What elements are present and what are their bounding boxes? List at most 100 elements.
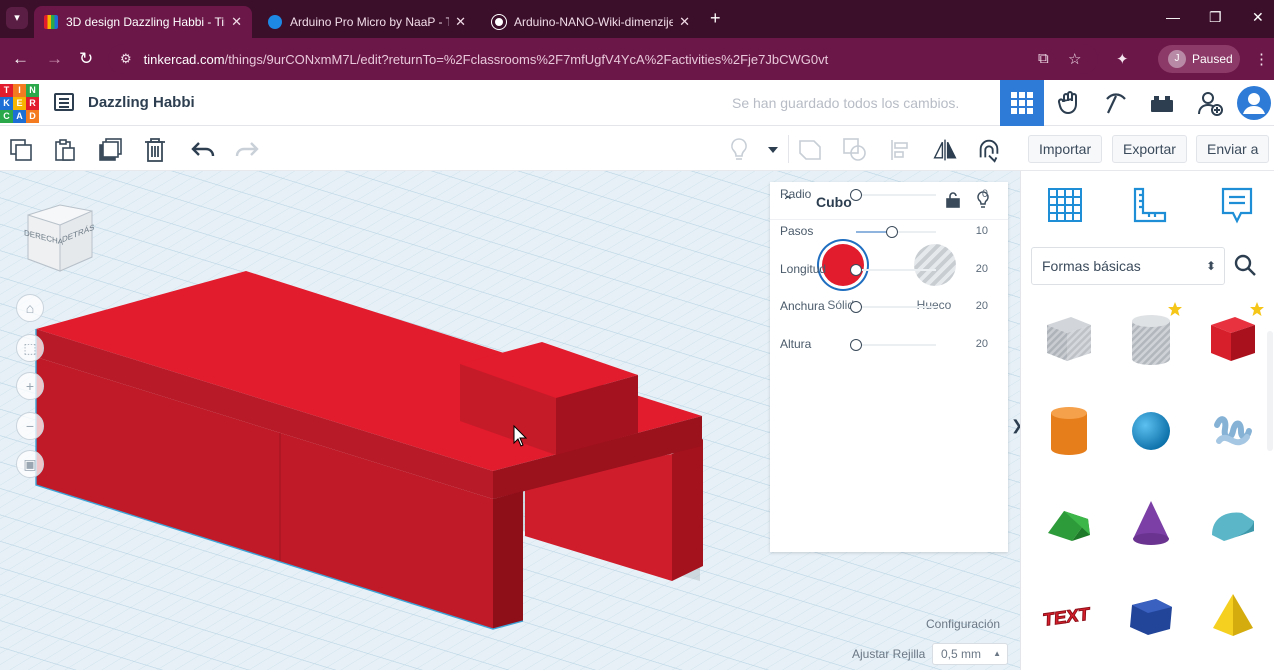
blocks-icon[interactable] [1048, 80, 1092, 126]
param-slider-track[interactable] [856, 269, 936, 271]
scrollbar[interactable] [1267, 331, 1273, 451]
site-info-icon[interactable]: ⚙ [120, 51, 132, 67]
shapes-library: Formas básicas ⬍ TEXT [1020, 171, 1274, 670]
param-slider-knob[interactable] [886, 226, 898, 238]
param-value[interactable]: 10 [976, 225, 988, 237]
zoom-in-icon[interactable]: + [16, 372, 44, 400]
browser-address-bar: ← → ↻ ⚙ tinkercad.com/things/9urCONxmM7L… [0, 38, 1274, 80]
design-title[interactable]: Dazzling Habbi [88, 94, 195, 111]
close-icon[interactable]: ✕ [231, 14, 242, 30]
extensions-puzzle-icon[interactable]: ✦ [1116, 50, 1129, 68]
shape-cylinder-hole[interactable] [1113, 297, 1189, 381]
snap-grid-select[interactable]: 0,5 mm ▲ [932, 643, 1008, 665]
param-value[interactable]: 20 [976, 338, 988, 350]
param-slider-knob[interactable] [850, 339, 862, 351]
shape-sphere[interactable] [1113, 389, 1189, 473]
shape-category-select[interactable]: Formas básicas ⬍ [1031, 247, 1225, 285]
ruler-icon[interactable] [1127, 183, 1171, 227]
param-label: Radio [780, 187, 812, 201]
favorite-star-icon[interactable] [1249, 301, 1265, 322]
browser-menu-icon[interactable]: ⋮ [1254, 50, 1269, 68]
add-user-icon[interactable] [1188, 80, 1232, 126]
logo-letter: N [26, 84, 39, 97]
tab-search-menu-icon[interactable]: ▾ [6, 7, 28, 29]
trash-icon[interactable] [142, 137, 168, 163]
param-slider-knob[interactable] [850, 189, 862, 201]
home-view-icon[interactable]: ⌂ [16, 294, 44, 322]
shape-roof[interactable] [1031, 481, 1107, 565]
bookmark-star-icon[interactable]: ☆ [1068, 50, 1081, 68]
bricks-icon[interactable] [1140, 80, 1184, 126]
shape-text[interactable]: TEXT [1031, 573, 1107, 657]
settings-link[interactable]: Configuración [926, 617, 1000, 631]
group-icon[interactable] [798, 137, 824, 163]
notes-icon[interactable] [1215, 183, 1259, 227]
param-slider-track[interactable] [856, 194, 936, 196]
perspective-toggle-icon[interactable]: ▣ [16, 450, 44, 478]
param-value[interactable]: 20 [976, 263, 988, 275]
pickaxe-icon[interactable] [1094, 80, 1138, 126]
dropdown-caret-icon[interactable] [760, 137, 786, 163]
install-app-icon[interactable]: ⧉ [1038, 50, 1049, 67]
fit-view-icon[interactable]: ⬚ [16, 334, 44, 362]
ungroup-icon[interactable] [842, 137, 868, 163]
wordpress-favicon-icon [492, 15, 506, 29]
new-tab-button[interactable]: + [710, 8, 721, 28]
minimize-icon[interactable]: — [1166, 9, 1180, 25]
view-cube[interactable]: DERECHA DETRÁS [22, 201, 98, 280]
browser-tab-tinkercad[interactable]: 3D design Dazzling Habbi - Tin ✕ [34, 6, 252, 38]
restore-icon[interactable]: ❐ [1209, 9, 1222, 26]
shape-pyramid[interactable] [1195, 573, 1271, 657]
copy-icon[interactable] [8, 137, 34, 163]
url-field[interactable]: ⚙ tinkercad.com/things/9urCONxmM7L/edit?… [108, 44, 1098, 74]
forward-arrow-icon[interactable]: → [46, 49, 63, 69]
cruise-magnet-icon[interactable] [976, 137, 1002, 163]
tinkercad-logo[interactable]: T I N K E R C A D [0, 84, 40, 124]
align-icon[interactable] [888, 137, 914, 163]
browser-tab-arduino-nano-wiki[interactable]: Arduino-NANO-Wiki-dimenzije ✕ [482, 6, 700, 38]
profile-button[interactable]: J Paused [1158, 45, 1240, 73]
param-value[interactable]: 0 [982, 188, 988, 200]
shape-scribble[interactable] [1195, 389, 1271, 473]
shape-cone[interactable] [1113, 481, 1189, 565]
param-slider-knob[interactable] [850, 264, 862, 276]
favorite-star-icon[interactable] [1167, 301, 1183, 322]
user-avatar-icon[interactable] [1234, 80, 1274, 126]
redo-icon[interactable] [234, 137, 260, 163]
shape-box[interactable] [1195, 297, 1271, 381]
shape-polygon[interactable] [1113, 573, 1189, 657]
paste-icon[interactable] [52, 137, 78, 163]
3d-view-grid-icon[interactable] [1000, 80, 1044, 126]
workplane-grid-icon[interactable] [1043, 183, 1087, 227]
import-button[interactable]: Importar [1028, 135, 1103, 163]
param-row-longitud[interactable]: Longitud 20 [770, 259, 1008, 281]
toolbar-divider [788, 135, 789, 163]
shape-round-roof[interactable] [1195, 481, 1271, 565]
shape-box-hole[interactable] [1031, 297, 1107, 381]
reload-icon[interactable]: ↻ [79, 49, 93, 69]
send-to-button[interactable]: Enviar a [1196, 135, 1270, 163]
back-arrow-icon[interactable]: ← [12, 49, 29, 69]
logo-letter: K [0, 97, 13, 110]
param-slider-knob[interactable] [850, 301, 862, 313]
param-slider-track[interactable] [856, 344, 936, 346]
design-list-icon[interactable] [54, 93, 74, 111]
param-value[interactable]: 20 [976, 300, 988, 312]
search-icon[interactable] [1233, 253, 1257, 282]
duplicate-icon[interactable] [98, 137, 124, 163]
param-row-pasos[interactable]: Pasos 10 [770, 221, 1008, 243]
param-row-radio[interactable]: Radio 0 [770, 184, 1008, 206]
close-icon[interactable]: ✕ [455, 14, 466, 30]
export-button[interactable]: Exportar [1112, 135, 1187, 163]
close-icon[interactable]: ✕ [679, 14, 690, 30]
shape-cylinder[interactable] [1031, 389, 1107, 473]
param-slider-track[interactable] [856, 306, 936, 308]
undo-icon[interactable] [190, 137, 216, 163]
param-row-anchura[interactable]: Anchura 20 [770, 296, 1008, 318]
lightbulb-icon[interactable] [726, 137, 752, 163]
window-close-icon[interactable]: ✕ [1252, 9, 1264, 26]
mirror-icon[interactable] [932, 137, 958, 163]
browser-tab-arduino-pro-micro[interactable]: Arduino Pro Micro by NaaP - Th ✕ [258, 6, 476, 38]
zoom-out-icon[interactable]: − [16, 412, 44, 440]
param-row-altura[interactable]: Altura 20 [770, 334, 1008, 356]
